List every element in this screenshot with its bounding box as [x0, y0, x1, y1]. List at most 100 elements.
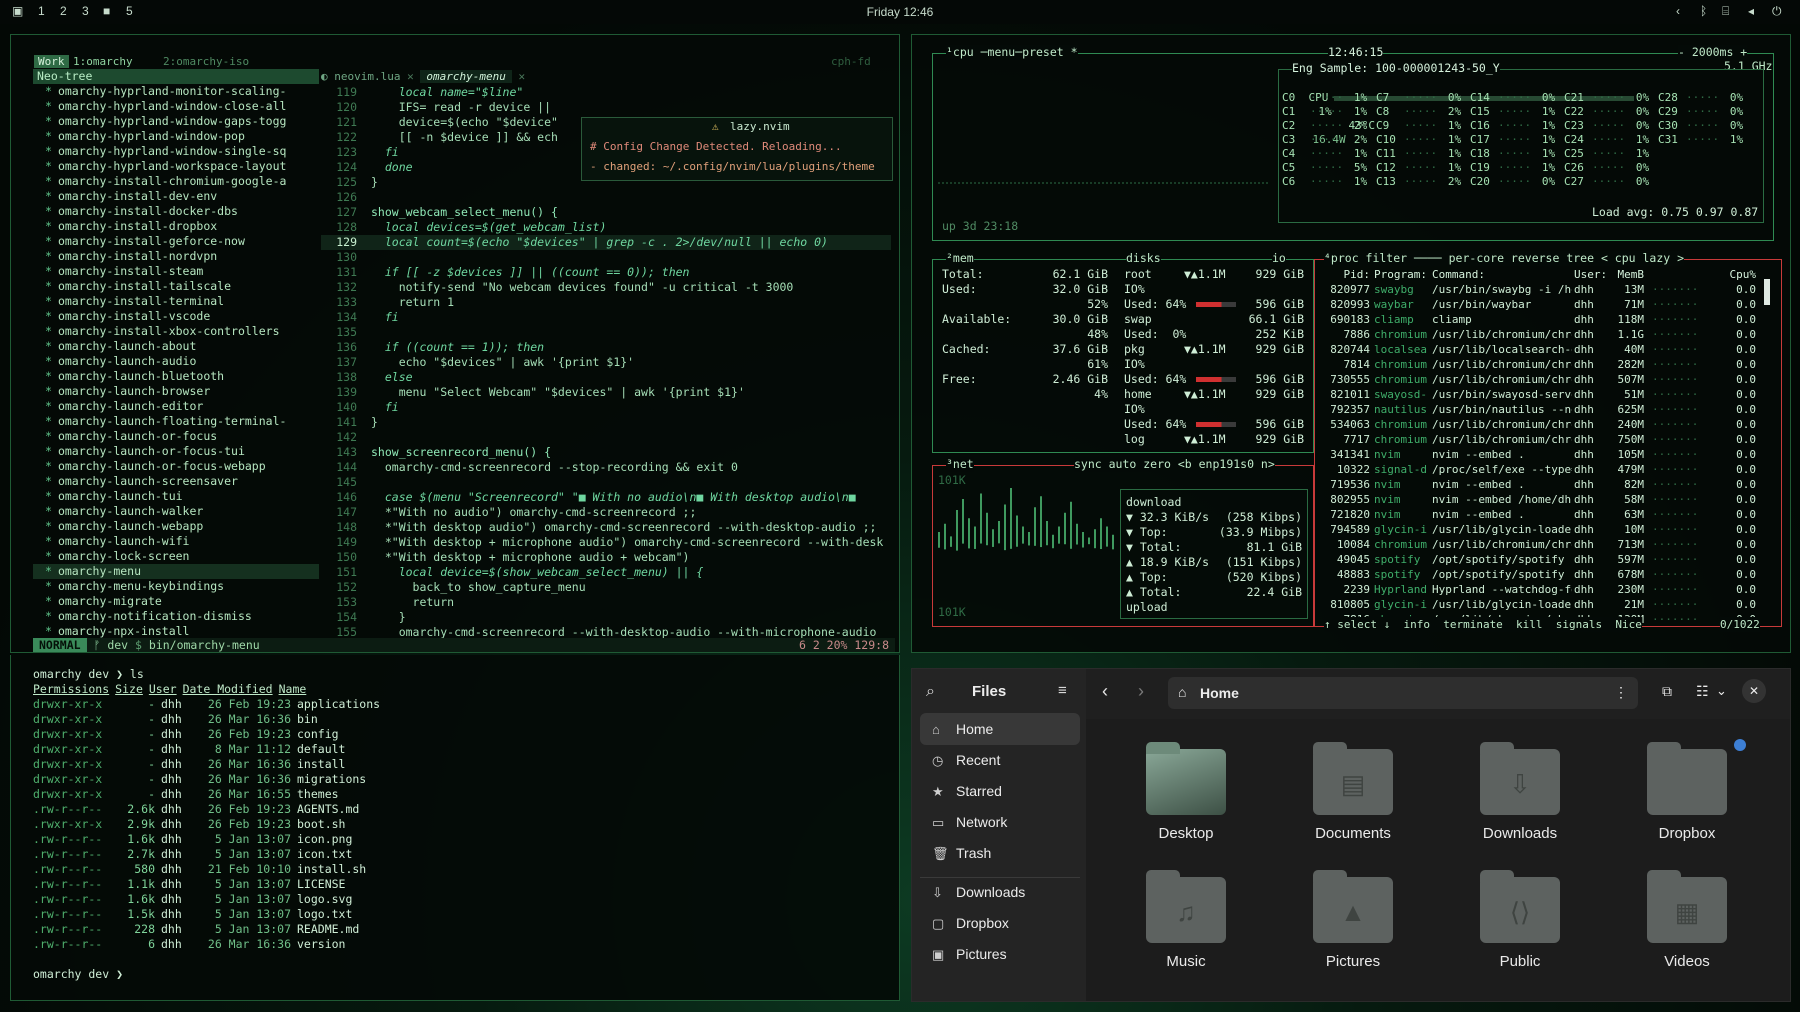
clock[interactable]: Friday 12:46	[0, 5, 1800, 19]
tree-item[interactable]: * omarchy-install-terminal	[33, 294, 319, 309]
forward-icon[interactable]: ›	[1138, 681, 1144, 702]
proc-scrollbar[interactable]	[1764, 279, 1770, 305]
tree-item[interactable]: * omarchy-install-steam	[33, 264, 319, 279]
tree-item[interactable]: * omarchy-install-geforce-now	[33, 234, 319, 249]
code-line[interactable]: 154 }	[321, 610, 891, 625]
tree-item[interactable]: * omarchy-install-dev-env	[33, 189, 319, 204]
code-line[interactable]: 135	[321, 325, 891, 340]
code-line[interactable]: 134 fi	[321, 310, 891, 325]
sidebar-item-recent[interactable]: ◷ Recent	[920, 744, 1080, 776]
tree-item[interactable]: * omarchy-launch-walker	[33, 504, 319, 519]
tree-item[interactable]: * omarchy-launch-about	[33, 339, 319, 354]
proc-row[interactable]: 792357 nautilus/usr/bin/nautilus --ne dhh 6…	[912, 402, 1782, 417]
code-line[interactable]: 119 local name="$line"	[321, 85, 891, 100]
proc-row[interactable]: 821011 swayosd-/usr/bin/swayosd-serve dhh 5…	[912, 387, 1782, 402]
tree-item[interactable]: * omarchy-notification-dismiss	[33, 609, 319, 624]
more-icon[interactable]: ⋮	[1614, 684, 1628, 701]
proc-row[interactable]: 534063 chromium/usr/lib/chromium/chro dhh 2…	[912, 417, 1782, 432]
proc-row[interactable]: 7814 chromium/usr/lib/chromium/chro dhh 282…	[912, 357, 1782, 372]
code-line[interactable]: 148 *"With desktop audio") omarchy-cmd-s…	[321, 520, 891, 535]
code-line[interactable]: 140 fi	[321, 400, 891, 415]
code-line[interactable]: 130	[321, 250, 891, 265]
power-icon[interactable]: ⏻	[1772, 4, 1782, 19]
code-line[interactable]: 151 local device=$(show_webcam_select_me…	[321, 565, 891, 580]
folder-downloads[interactable]: ⇩ Downloads	[1460, 749, 1580, 842]
tree-item[interactable]: * omarchy-install-docker-dbs	[33, 204, 319, 219]
sidebar-item-network[interactable]: ▭ Network	[920, 806, 1080, 838]
proc-row[interactable]: 820744 localsea/usr/lib/localsearch-e dhh 4…	[912, 342, 1782, 357]
folder-documents[interactable]: ▤ Documents	[1293, 749, 1413, 842]
btop-window[interactable]: ¹cpu ─menu─preset * 12:46:15 - 2000ms + …	[911, 34, 1791, 653]
tree-item[interactable]: * omarchy-launch-bluetooth	[33, 369, 319, 384]
folder-videos[interactable]: ▦ Videos	[1627, 877, 1747, 970]
proc-row[interactable]: 2239 Hyprland Hyprland --watchdog-fd dhh 230…	[912, 582, 1782, 597]
code-line[interactable]: 128 local devices=$(get_webcam_list)	[321, 220, 891, 235]
chevron-left-icon[interactable]: ‹	[1676, 4, 1680, 18]
neovim-window[interactable]: Work 1:omarchy 2:omarchy-iso cph-fd Neo-…	[10, 34, 900, 653]
folder-pictures[interactable]: ▲ Pictures	[1293, 877, 1413, 970]
tree-item[interactable]: * omarchy-launch-or-focus-tui	[33, 444, 319, 459]
tab-omarchy-iso[interactable]: 2:omarchy-iso	[163, 55, 249, 68]
neo-tree-panel[interactable]: Neo-tree * omarchy-hyprland-monitor-scali…	[33, 69, 319, 641]
proc-row[interactable]: 10084 chromium/usr/lib/chromium/chro dhh 71…	[912, 537, 1782, 552]
sidebar-item-dropbox[interactable]: ▢ Dropbox	[920, 907, 1080, 939]
back-icon[interactable]: ‹	[1102, 681, 1108, 702]
tree-item[interactable]: * omarchy-install-dropbox	[33, 219, 319, 234]
tree-item[interactable]: * omarchy-menu-keybindings	[33, 579, 319, 594]
proc-row[interactable]: 820993 waybar/usr/bin/waybar dhh 71M 0.0 ····…	[912, 297, 1782, 312]
tree-item[interactable]: * omarchy-launch-or-focus	[33, 429, 319, 444]
tree-item[interactable]: * omarchy-launch-audio	[33, 354, 319, 369]
proc-row[interactable]: 820977 swaybg/usr/bin/swaybg -i /ho dhh 13M…	[912, 282, 1782, 297]
tree-item[interactable]: * omarchy-hyprland-window-close-all	[33, 99, 319, 114]
proc-row[interactable]: 7886 chromium/usr/lib/chromium/chro dhh 1.1…	[912, 327, 1782, 342]
tree-item[interactable]: * omarchy-launch-tui	[33, 489, 319, 504]
bluetooth-icon[interactable]: ᛒ	[1700, 4, 1707, 18]
code-line[interactable]: 129 local count=$(echo "$devices" | grep…	[321, 235, 891, 250]
search-icon[interactable]: ⌕	[926, 683, 935, 701]
new-tab-icon[interactable]: ⧉	[1662, 683, 1672, 700]
tree-item[interactable]: * omarchy-launch-webapp	[33, 519, 319, 534]
code-line[interactable]: 145	[321, 475, 891, 490]
sidebar-item-home[interactable]: ⌂ Home	[920, 713, 1080, 745]
proc-row[interactable]: 719536 nvim nvim --embed . dhh 82M 0.0 ·······	[912, 477, 1782, 492]
tree-item[interactable]: * omarchy-install-xbox-controllers	[33, 324, 319, 339]
chevron-down-icon[interactable]: ⌄	[1716, 683, 1727, 699]
folder-music[interactable]: ♫ Music	[1126, 877, 1246, 970]
folder-dropbox[interactable]: Dropbox	[1627, 749, 1747, 842]
code-line[interactable]: 147 *"With no audio") omarchy-cmd-screen…	[321, 505, 891, 520]
location-bar[interactable]: ⌂ Home ⋮	[1168, 677, 1638, 709]
sidebar-item-downloads[interactable]: ⇩ Downloads	[920, 876, 1080, 908]
cpu-box-title[interactable]: ¹cpu ─menu─preset *	[946, 45, 1078, 60]
close-icon[interactable]: ✕	[1742, 679, 1766, 703]
proc-row[interactable]: 730555 chromium/usr/lib/chromium/chro dhh 5…	[912, 372, 1782, 387]
code-line[interactable]: 136 if ((count == 1)); then	[321, 340, 891, 355]
tree-item[interactable]: * omarchy-hyprland-window-pop	[33, 129, 319, 144]
buffer-tab-neovim-lua[interactable]: neovim.lua	[334, 70, 400, 83]
code-line[interactable]: 143 show_screenrecord_menu() {	[321, 445, 891, 460]
proc-box-title[interactable]: ⁴proc filter ──── per-core reverse tree …	[1324, 251, 1684, 266]
buffer-tab-omarchy-menu[interactable]: omarchy-menu	[420, 70, 511, 83]
menu-icon[interactable]: ≡	[1058, 682, 1067, 699]
tree-item[interactable]: * omarchy-hyprland-monitor-scaling-	[33, 84, 319, 99]
tree-item[interactable]: * omarchy-install-nordvpn	[33, 249, 319, 264]
proc-row[interactable]: 10322 signal-d/proc/self/exe --type= dhh 47…	[912, 462, 1782, 477]
proc-row[interactable]: 48883 spotify/opt/spotify/spotify dhh 678M 0…	[912, 567, 1782, 582]
code-line[interactable]: 142	[321, 430, 891, 445]
tree-item[interactable]: * omarchy-launch-screensaver	[33, 474, 319, 489]
tree-item[interactable]: * omarchy-hyprland-window-gaps-togg	[33, 114, 319, 129]
proc-row[interactable]: 802955 nvim nvim --embed /home/dhh dhh 58M 0.…	[912, 492, 1782, 507]
code-line[interactable]: 138 else	[321, 370, 891, 385]
tree-item[interactable]: * omarchy-lock-screen	[33, 549, 319, 564]
close-icon[interactable]: ✕	[518, 70, 525, 83]
tree-item[interactable]: * omarchy-launch-or-focus-webapp	[33, 459, 319, 474]
proc-row[interactable]: 721820 nvim nvim --embed . dhh 63M 0.0 ·······	[912, 507, 1782, 522]
folder-public[interactable]: ⟨⟩ Public	[1460, 877, 1580, 970]
sidebar-item-trash[interactable]: 🗑 Trash	[920, 837, 1080, 869]
terminal-window[interactable]: omarchy dev ❯ ls Permissions Size User Date…	[10, 655, 900, 1001]
proc-footer[interactable]: ↑ select ↓ info terminate kill signals N…	[1324, 617, 1642, 632]
prompt-current[interactable]: omarchy dev ❯	[33, 967, 380, 982]
network-icon[interactable]: ⌸	[1722, 4, 1729, 19]
tab-omarchy[interactable]: 1:omarchy	[73, 55, 133, 68]
proc-row[interactable]: 341341 nvim nvim --embed . dhh 105M 0.0 ······…	[912, 447, 1782, 462]
view-list-icon[interactable]: ☷	[1696, 683, 1709, 700]
